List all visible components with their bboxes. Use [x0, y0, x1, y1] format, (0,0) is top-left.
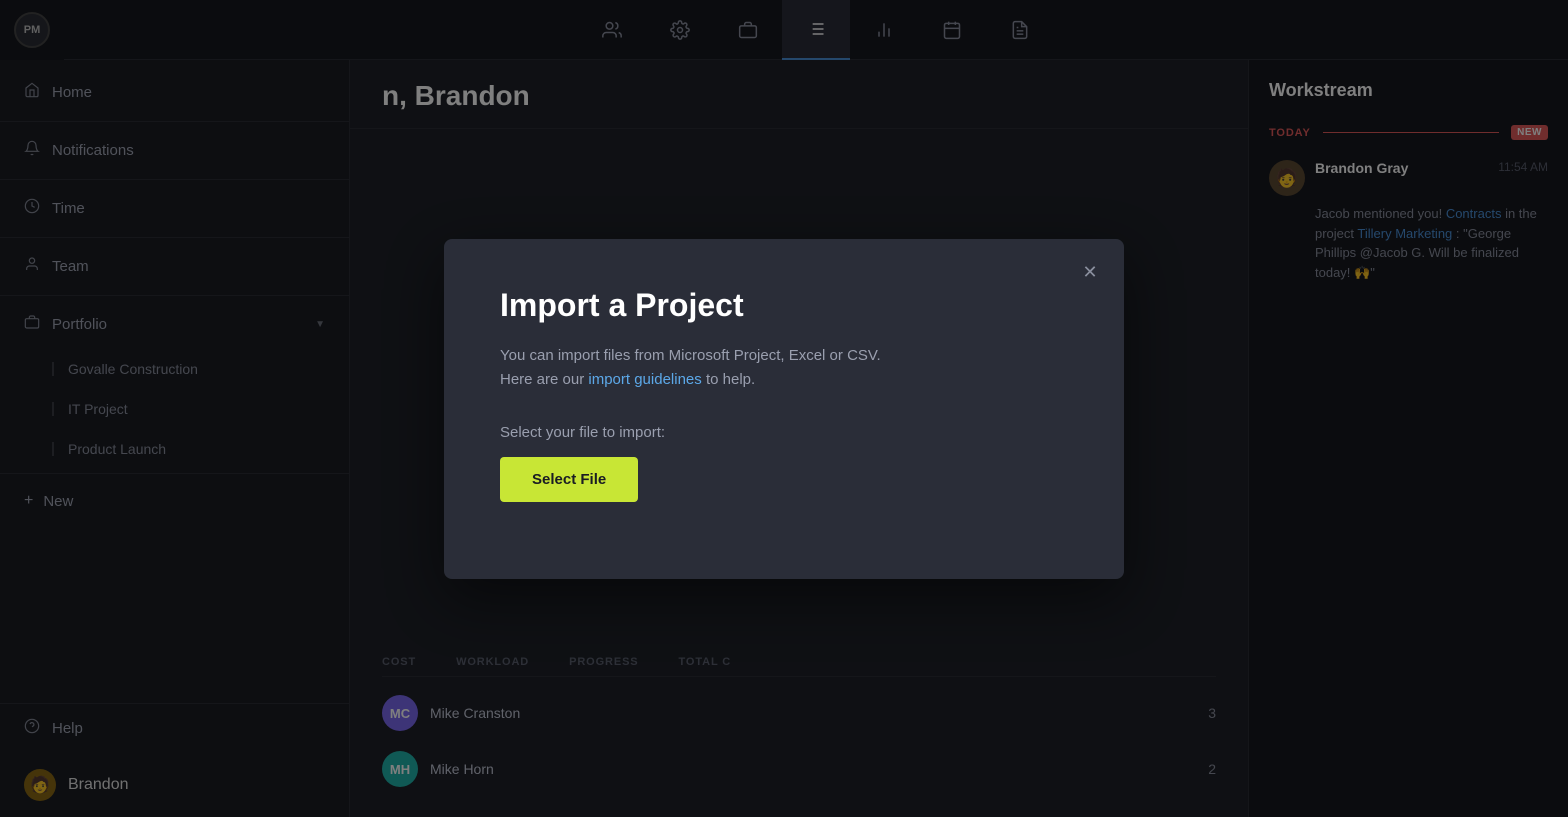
modal-desc-end: to help.: [706, 371, 755, 388]
select-file-button[interactable]: Select File: [500, 457, 638, 502]
modal-title: Import a Project: [500, 287, 1068, 324]
modal-overlay[interactable]: ✕ Import a Project You can import files …: [0, 0, 1568, 817]
import-guidelines-link[interactable]: import guidelines: [588, 371, 701, 388]
modal-description: You can import files from Microsoft Proj…: [500, 344, 1068, 392]
modal-close-button[interactable]: ✕: [1076, 259, 1104, 287]
import-modal: ✕ Import a Project You can import files …: [444, 239, 1124, 579]
modal-file-label: Select your file to import:: [500, 424, 1068, 441]
